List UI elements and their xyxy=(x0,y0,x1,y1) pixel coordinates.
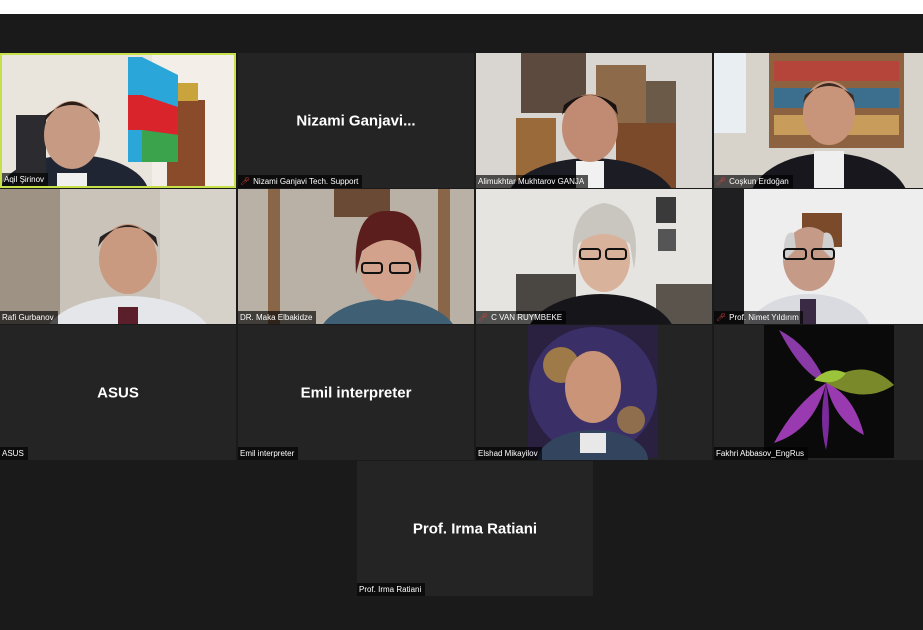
video-tile-irma-ratiani[interactable]: Prof. Irma Ratiani Prof. Irma Ratiani xyxy=(357,461,593,596)
video-tile-asus[interactable]: ASUS ASUS xyxy=(0,325,236,460)
video-tile-maka-elbakidze[interactable]: DR. Maka Elbakidze xyxy=(238,189,474,324)
participant-name-label: ASUS xyxy=(0,447,28,460)
microphone-muted-icon: 🎤︎ xyxy=(478,313,489,322)
participant-video xyxy=(714,53,923,188)
participant-video xyxy=(238,189,474,324)
participant-display-name: Nizami Ganjavi... xyxy=(296,112,416,129)
participant-name-label: Fakhri Abbasov_EngRus xyxy=(714,447,809,460)
window-top-bar xyxy=(0,0,923,14)
participant-name-label: Prof. Irma Ratiani xyxy=(357,583,426,596)
video-tile-fakhri-abbasov[interactable]: Fakhri Abbasov_EngRus xyxy=(714,325,923,460)
video-tile-alimukhtar-mukhtarov[interactable]: Alimukhtar Mukhtarov GANJA xyxy=(476,53,712,188)
participant-video xyxy=(476,189,712,324)
video-tile-rafi-gurbanov[interactable]: Rafi Gurbanov xyxy=(0,189,236,324)
video-tile-coskun-erdogan[interactable]: 🎤︎ Coşkun Erdoğan xyxy=(714,53,923,188)
participant-video xyxy=(714,189,923,324)
participant-name-label: Aqil Şirinov xyxy=(2,173,49,186)
microphone-muted-icon: 🎤︎ xyxy=(240,177,251,186)
video-tile-nimet-yildirim[interactable]: 🎤︎ Prof. Nimet Yıldırım xyxy=(714,189,923,324)
participant-name-label: DR. Maka Elbakidze xyxy=(238,311,317,324)
participant-name-label: Alimukhtar Mukhtarov GANJA xyxy=(476,175,589,188)
participant-name-label: 🎤︎ C VAN RUYMBEKE xyxy=(476,311,567,324)
microphone-muted-icon: 🎤︎ xyxy=(716,313,727,322)
participant-avatar xyxy=(764,325,894,458)
video-tile-c-van-ruymbeke[interactable]: 🎤︎ C VAN RUYMBEKE xyxy=(476,189,712,324)
participant-name-label: Rafi Gurbanov xyxy=(0,311,58,324)
participant-name-label: Emil interpreter xyxy=(238,447,299,460)
participant-name-label: 🎤︎ Coşkun Erdoğan xyxy=(714,175,793,188)
video-tile-elshad-mikayilov[interactable]: Elshad Mikayilov xyxy=(476,325,712,460)
participant-display-name: Emil interpreter xyxy=(300,384,412,401)
video-tile-nizami-ganjavi-tech-support[interactable]: Nizami Ganjavi... 🎤︎ Nizami Ganjavi Tech.… xyxy=(238,53,474,188)
participant-display-name: ASUS xyxy=(97,384,139,401)
participant-name-label: Elshad Mikayilov xyxy=(476,447,542,460)
participant-name-label: 🎤︎ Nizami Ganjavi Tech. Support xyxy=(238,175,363,188)
participant-avatar xyxy=(528,325,658,460)
participant-video xyxy=(2,55,234,186)
participant-name-label: 🎤︎ Prof. Nimet Yıldırım xyxy=(714,311,803,324)
participant-video xyxy=(0,189,236,324)
participant-video xyxy=(476,53,712,188)
microphone-muted-icon: 🎤︎ xyxy=(716,177,727,186)
video-tile-emil-interpreter[interactable]: Emil interpreter Emil interpreter xyxy=(238,325,474,460)
participant-display-name: Prof. Irma Ratiani xyxy=(412,520,538,537)
video-tile-aqil-sirinov[interactable]: Aqil Şirinov xyxy=(0,53,236,188)
